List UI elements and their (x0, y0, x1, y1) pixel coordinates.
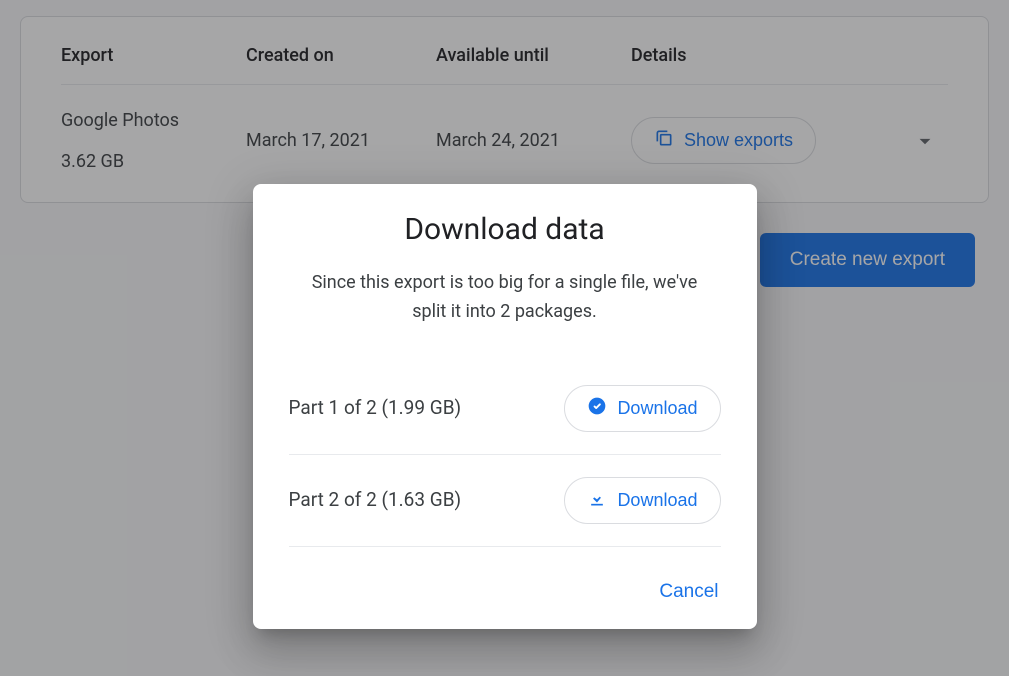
checkmark-circle-icon (587, 396, 607, 421)
cancel-button[interactable]: Cancel (657, 575, 720, 609)
modal-subtitle: Since this export is too big for a singl… (289, 269, 721, 327)
download-part-row: Part 2 of 2 (1.63 GB) Download (289, 455, 721, 547)
download-label: Download (617, 490, 697, 511)
modal-title: Download data (289, 212, 721, 247)
download-data-modal: Download data Since this export is too b… (253, 184, 757, 629)
download-part-row: Part 1 of 2 (1.99 GB) Download (289, 363, 721, 455)
download-label: Download (617, 398, 697, 419)
download-icon (587, 488, 607, 513)
part-label: Part 1 of 2 (1.99 GB) (289, 394, 462, 423)
download-button-part-2[interactable]: Download (564, 477, 720, 524)
part-label: Part 2 of 2 (1.63 GB) (289, 486, 462, 515)
download-button-part-1[interactable]: Download (564, 385, 720, 432)
